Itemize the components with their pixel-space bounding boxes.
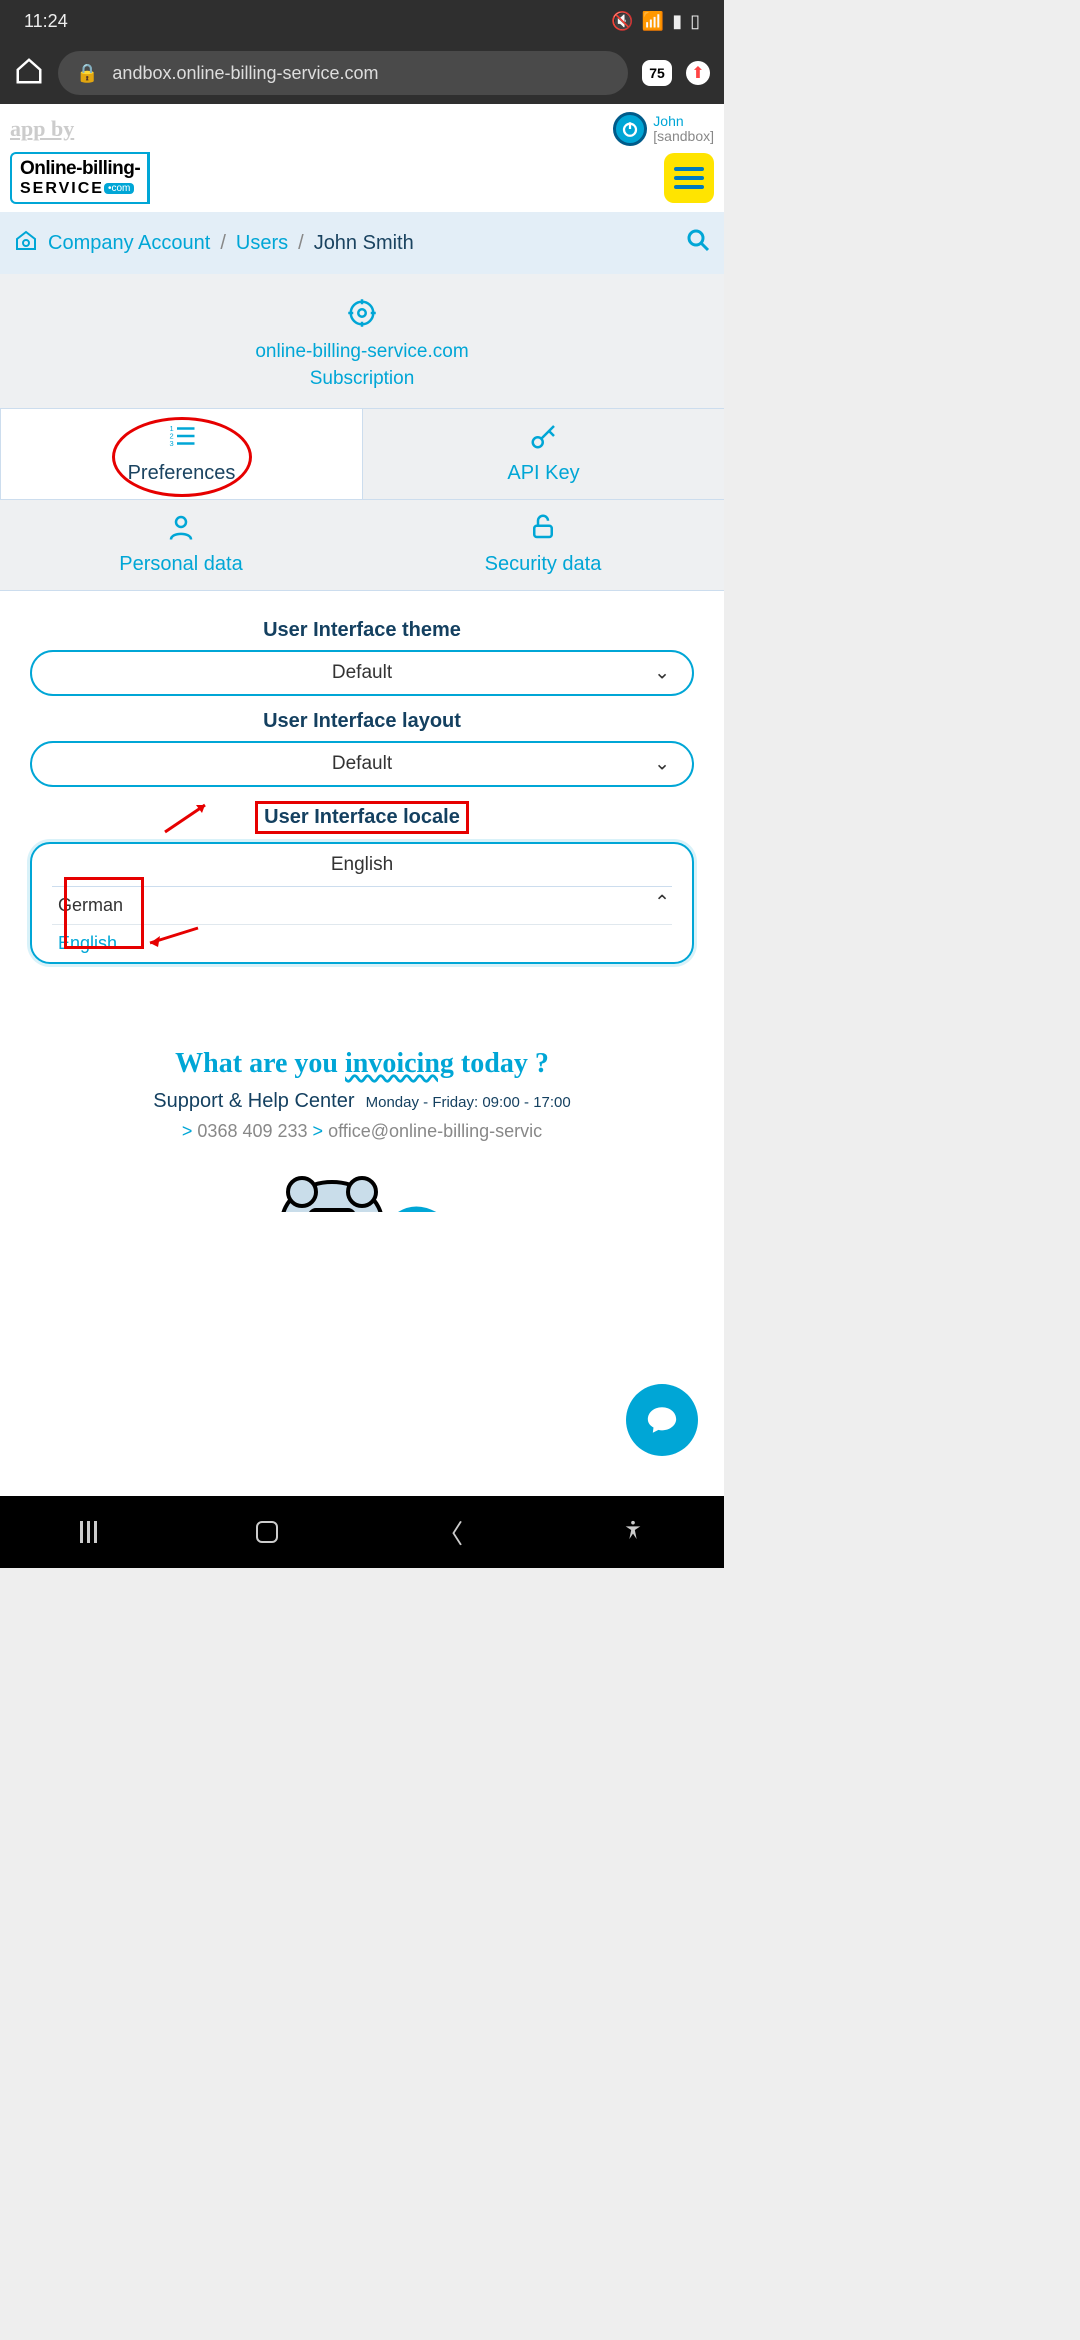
field-locale: User Interface locale English ⌃ German E… (30, 801, 694, 964)
home-icon (14, 228, 38, 258)
layout-value: Default (332, 753, 392, 774)
lock-icon: 🔒 (76, 63, 98, 84)
breadcrumb-current: John Smith (314, 232, 414, 255)
locale-dropdown[interactable]: English ⌃ German English (30, 842, 694, 964)
user-tabs: online-billing-service.com Subscription … (0, 274, 724, 591)
layout-label: User Interface layout (30, 710, 694, 733)
layout-dropdown[interactable]: Default ⌄ (30, 741, 694, 787)
nav-back[interactable]: 〈 (437, 1514, 463, 1551)
wifi-icon: 📶 (642, 11, 664, 32)
tab-personal-data-label: Personal data (0, 553, 362, 576)
user-env: [sandbox] (653, 129, 714, 144)
theme-value: Default (332, 662, 392, 683)
current-user[interactable]: John [sandbox] (653, 114, 714, 145)
breadcrumb: Company Account / Users / John Smith (0, 212, 724, 274)
chevron-down-icon: ⌄ (654, 662, 670, 685)
android-nav-bar: 〈 (0, 1496, 724, 1568)
footer-tagline: What are you invoicing today ? (10, 1048, 714, 1080)
tab-preferences[interactable]: 123 Preferences (0, 408, 363, 499)
contacts-line: > 0368 409 233 > office@online-billing-s… (10, 1121, 714, 1142)
locale-option-german[interactable]: German (52, 887, 672, 925)
breadcrumb-users[interactable]: Users (236, 232, 288, 255)
svg-text:3: 3 (169, 439, 173, 448)
app-logo[interactable]: Online-billing- service•com (10, 152, 148, 204)
address-bar[interactable]: 🔒 andbox.online-billing-service.com (58, 51, 628, 95)
chat-fab[interactable] (626, 1384, 698, 1456)
android-status-bar: 11:24 🔇 📶 ▮ ▯ (0, 0, 724, 42)
app-header: app by John [sandbox] (0, 104, 724, 150)
locale-value: English (331, 854, 393, 875)
tab-api-key[interactable]: API Key (363, 408, 724, 499)
logout-button[interactable] (613, 112, 647, 146)
mascot-illustration (10, 1152, 714, 1212)
battery-icon: ▯ (690, 11, 700, 32)
support-line: Support & Help Center Monday - Friday: 0… (10, 1090, 714, 1113)
browser-toolbar: 🔒 andbox.online-billing-service.com 75 ⬆ (0, 42, 724, 104)
nav-home[interactable] (256, 1521, 278, 1543)
field-theme: User Interface theme Default ⌄ (30, 619, 694, 696)
tab-security-data[interactable]: Security data (362, 499, 724, 590)
app-by-label: app by (10, 116, 74, 142)
support-phone[interactable]: 0368 409 233 (197, 1121, 307, 1141)
nav-recent[interactable] (80, 1521, 97, 1543)
support-email[interactable]: office@online-billing-servic (328, 1121, 542, 1141)
tab-security-data-label: Security data (362, 553, 724, 576)
locale-label: User Interface locale (255, 801, 469, 834)
tab-preferences-label: Preferences (1, 462, 362, 485)
search-icon[interactable] (686, 228, 710, 258)
tab-count-button[interactable]: 75 (642, 60, 672, 86)
tab-personal-data[interactable]: Personal data (0, 499, 362, 590)
page-footer: What are you invoicing today ? Support &… (0, 1028, 724, 1212)
status-time: 11:24 (24, 11, 68, 32)
browser-update-icon[interactable]: ⬆ (686, 61, 710, 85)
nav-accessibility[interactable] (622, 1517, 644, 1548)
breadcrumb-company[interactable]: Company Account (48, 232, 210, 255)
chevron-up-icon: ⌃ (654, 892, 670, 915)
chevron-down-icon: ⌄ (654, 753, 670, 776)
menu-button[interactable] (664, 153, 714, 203)
user-name: John (653, 114, 714, 129)
field-layout: User Interface layout Default ⌄ (30, 710, 694, 787)
support-label: Support & Help Center (153, 1090, 354, 1112)
url-text: andbox.online-billing-service.com (112, 63, 378, 84)
theme-label: User Interface theme (30, 619, 694, 642)
preferences-form: User Interface theme Default ⌄ User Inte… (0, 591, 724, 1028)
support-hours: Monday - Friday: 09:00 - 17:00 (366, 1094, 571, 1111)
signal-icon: ▮ (672, 11, 682, 32)
theme-dropdown[interactable]: Default ⌄ (30, 650, 694, 696)
tab-subscription[interactable]: online-billing-service.com Subscription (0, 298, 724, 408)
tab-api-key-label: API Key (363, 462, 724, 485)
mute-icon: 🔇 (611, 11, 633, 32)
locale-option-english[interactable]: English (52, 925, 672, 962)
logo-row: Online-billing- service•com (0, 150, 724, 212)
browser-home-button[interactable] (14, 56, 44, 91)
